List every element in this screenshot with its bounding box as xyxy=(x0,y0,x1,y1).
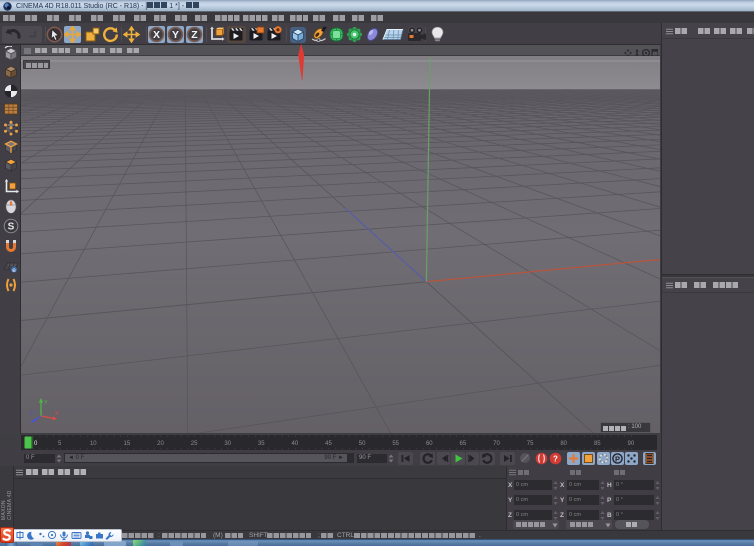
svg-text:40: 40 xyxy=(292,441,299,447)
svg-text:30: 30 xyxy=(224,441,231,447)
svg-text:70: 70 xyxy=(493,441,500,447)
svg-text:Z: Z xyxy=(30,411,34,417)
svg-text:20: 20 xyxy=(157,441,164,447)
svg-text:10: 10 xyxy=(90,441,97,447)
svg-text:S: S xyxy=(8,222,15,233)
svg-text:Z: Z xyxy=(191,29,198,41)
svg-text:85: 85 xyxy=(594,441,601,447)
svg-text:15: 15 xyxy=(124,441,131,447)
svg-text:80: 80 xyxy=(560,441,567,447)
svg-text:35: 35 xyxy=(258,441,265,447)
svg-text:45: 45 xyxy=(325,441,332,447)
svg-text:Y: Y xyxy=(172,29,179,41)
svg-text:75: 75 xyxy=(527,441,534,447)
svg-text:60: 60 xyxy=(426,441,433,447)
svg-text:90: 90 xyxy=(628,441,635,447)
svg-text:0: 0 xyxy=(34,441,38,447)
svg-text:X: X xyxy=(55,411,59,417)
svg-text:?: ? xyxy=(553,454,558,463)
svg-text:25: 25 xyxy=(191,441,198,447)
svg-text:55: 55 xyxy=(392,441,399,447)
svg-text:P: P xyxy=(615,454,620,463)
svg-text:X: X xyxy=(153,29,160,41)
svg-text:Y: Y xyxy=(44,400,48,406)
svg-text:50: 50 xyxy=(359,441,366,447)
svg-text:65: 65 xyxy=(460,441,467,447)
svg-text:5: 5 xyxy=(58,441,62,447)
svg-text:e: e xyxy=(12,267,16,274)
